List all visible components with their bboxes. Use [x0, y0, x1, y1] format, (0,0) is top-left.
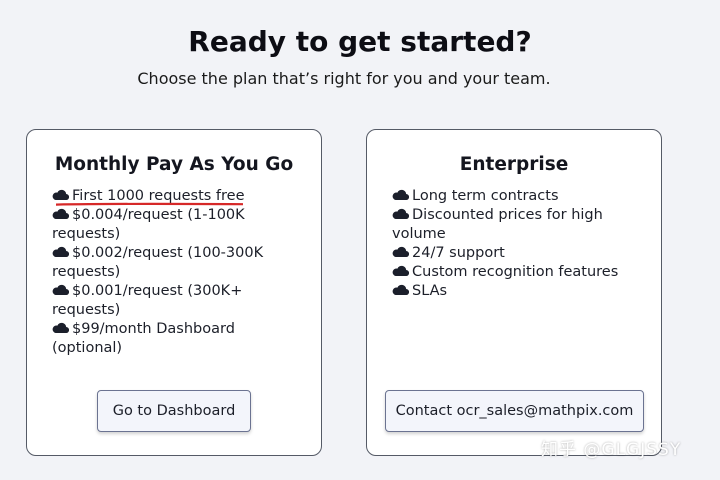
cloud-icon — [392, 265, 409, 276]
plan-title: Enterprise — [459, 154, 569, 175]
feature-list: Long term contracts Discounted prices fo… — [392, 187, 647, 301]
feature-text: Discounted prices for high volume — [392, 207, 603, 242]
feature-text: Long term contracts — [412, 188, 559, 204]
page-title: Ready to get started? — [188, 25, 532, 58]
red-underline-annotation — [56, 202, 243, 206]
feature-item: $99/month Dashboard (optional) — [52, 320, 307, 358]
plan-title: Monthly Pay As You Go — [54, 154, 294, 175]
cloud-icon — [392, 246, 409, 257]
feature-item: Custom recognition features — [392, 263, 647, 282]
plan-card-enterprise: Enterprise Long term contracts Discounte… — [366, 129, 662, 456]
cloud-icon — [52, 246, 69, 257]
feature-item: $0.002/request (100-300K requests) — [52, 244, 307, 282]
cloud-icon — [52, 284, 69, 295]
feature-item: $0.001/request (300K+ requests) — [52, 282, 307, 320]
cloud-icon — [392, 208, 409, 219]
feature-text: $99/month Dashboard (optional) — [52, 321, 235, 356]
page-subtitle: Choose the plan that’s right for you and… — [137, 69, 551, 88]
feature-item: 24/7 support — [392, 244, 647, 263]
feature-text: 24/7 support — [412, 245, 505, 261]
feature-text: $0.001/request (300K+ requests) — [52, 283, 243, 318]
contact-sales-button[interactable]: Contact ocr_sales@mathpix.com — [385, 390, 644, 432]
feature-item: SLAs — [392, 282, 647, 301]
feature-text: $0.002/request (100-300K requests) — [52, 245, 264, 280]
feature-item: Discounted prices for high volume — [392, 206, 647, 244]
cloud-icon — [392, 284, 409, 295]
cloud-icon — [392, 189, 409, 200]
feature-item: Long term contracts — [392, 187, 647, 206]
cloud-icon — [52, 208, 69, 219]
cloud-icon — [52, 322, 69, 333]
feature-text: SLAs — [412, 283, 448, 299]
go-to-dashboard-button[interactable]: Go to Dashboard — [97, 390, 251, 432]
feature-list: First 1000 requests free $0.004/request … — [52, 187, 307, 358]
watermark: 知乎 @GLGJSSY — [541, 440, 682, 460]
feature-item: $0.004/request (1-100K requests) — [52, 206, 307, 244]
plan-card-pay-as-you-go: Monthly Pay As You Go First 1000 request… — [26, 129, 322, 456]
feature-text: $0.004/request (1-100K requests) — [52, 207, 245, 242]
feature-text: Custom recognition features — [412, 264, 619, 280]
cloud-icon — [52, 189, 69, 200]
